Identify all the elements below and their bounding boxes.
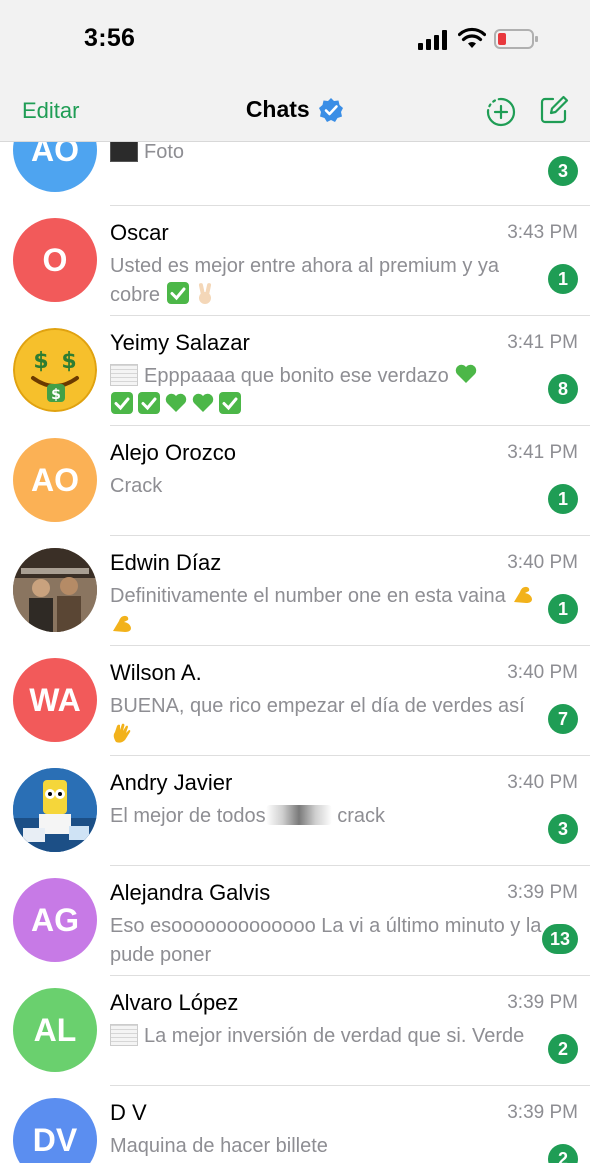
chat-row[interactable]: DV D V 3:39 PM Maquina de hacer billete … (0, 1086, 590, 1163)
cellular-signal-icon (418, 30, 447, 50)
flexed-biceps-emoji-icon (113, 615, 131, 632)
chat-time: 3:41 PM (507, 332, 578, 353)
unread-badge: 7 (548, 704, 578, 734)
status-time: 3:56 (84, 24, 136, 52)
chat-time: 3:39 PM (507, 992, 578, 1013)
chats-title: Chats (245, 96, 310, 122)
green-heart-emoji-icon (192, 393, 214, 412)
avatar: AO (13, 142, 97, 192)
chat-preview: El mejor de todos crack (110, 805, 385, 827)
chat-preview: La mejor inversión de verdad que si. Ver… (110, 1022, 542, 1051)
unread-badge: 3 (548, 156, 578, 186)
victory-hand-emoji-icon (198, 283, 211, 304)
unread-badge: 3 (548, 814, 578, 844)
avatar: AL (13, 988, 97, 1072)
chat-row[interactable]: AO Foto 3 (0, 142, 590, 206)
chat-preview: Foto (110, 142, 542, 167)
chat-name: Alejandra Galvis (110, 880, 271, 905)
chat-time: 3:39 PM (507, 882, 578, 903)
chat-name: Alvaro López (110, 990, 239, 1015)
svg-text:$: $ (33, 349, 48, 374)
chat-time: 3:40 PM (507, 552, 578, 573)
check-mark-emoji-icon (138, 392, 160, 414)
unread-badge: 1 (548, 264, 578, 294)
new-story-icon[interactable] (486, 97, 516, 127)
chat-name: D V (110, 1100, 147, 1125)
wifi-icon (458, 27, 486, 48)
avatar: O (13, 218, 97, 302)
battery-icon (494, 29, 538, 49)
chat-row[interactable]: AO Alejo Orozco 3:41 PM Crack 1 (0, 426, 590, 536)
chat-time: 3:41 PM (507, 442, 578, 463)
chat-list: AO Foto 3 O Oscar 3:43 PM Usted es mejor… (0, 142, 590, 1163)
chat-name: Wilson A. (110, 660, 202, 685)
verified-badge-icon (319, 97, 344, 122)
flexed-biceps-emoji-icon (514, 586, 533, 603)
chat-time: 3:39 PM (507, 1102, 578, 1123)
green-heart-emoji-icon (456, 364, 477, 383)
check-mark-emoji-icon (166, 282, 189, 304)
unread-badge: 2 (548, 1144, 578, 1163)
chat-preview: Maquina de hacer billete (110, 1135, 328, 1157)
avatar (13, 768, 97, 852)
avatar: $ $ $ (13, 328, 97, 412)
chat-row[interactable]: Andry Javier 3:40 PM El mejor de todos c… (0, 756, 590, 866)
chat-row[interactable]: Edwin Díaz 3:40 PM Definitivamente el nu… (0, 536, 590, 646)
cartoon-profile-photo-icon (13, 768, 97, 852)
money-mouth-face-icon: $ $ $ (13, 328, 97, 412)
chat-name: Andry Javier (110, 770, 233, 795)
check-mark-emoji-icon (111, 392, 133, 414)
check-mark-emoji-icon (219, 392, 241, 414)
chat-preview: Epppaaaa que bonito ese verdazo (110, 362, 542, 420)
green-heart-emoji-icon (165, 393, 187, 412)
unread-badge: 8 (548, 374, 578, 404)
navigation-bar: Editar Chats (0, 80, 590, 142)
svg-text:$: $ (61, 349, 76, 374)
unread-badge: 2 (548, 1034, 578, 1064)
unread-badge: 1 (548, 484, 578, 514)
avatar-initials: WA (29, 681, 81, 718)
chat-preview: BUENA, que rico empezar el día de verdes… (110, 692, 542, 750)
link-thumbnail-icon (110, 1024, 138, 1046)
svg-text:$: $ (51, 387, 61, 403)
chat-preview: Crack (110, 475, 163, 497)
chat-row[interactable]: AL Alvaro López 3:39 PM La mejor inversi… (0, 976, 590, 1086)
avatar-initials: O (42, 241, 68, 278)
avatar: WA (13, 658, 97, 742)
waving-hand-emoji-icon (113, 723, 131, 743)
profile-photo-icon (13, 548, 97, 632)
chat-preview: Usted es mejor entre ahora al premium y … (110, 255, 500, 306)
chat-name: Edwin Díaz (110, 550, 222, 575)
unread-badge: 1 (548, 594, 578, 624)
chat-preview: Definitivamente el number one en esta va… (110, 582, 542, 640)
chat-row[interactable]: $ $ $ Yeimy Salazar 3:41 PM Epppaaaa que… (0, 316, 590, 426)
avatar-initials: AO (31, 461, 79, 498)
chat-time: 3:43 PM (507, 222, 578, 243)
avatar: DV (13, 1098, 97, 1163)
chat-name: Oscar (110, 220, 169, 245)
chat-row[interactable]: WA Wilson A. 3:40 PM BUENA, que rico emp… (0, 646, 590, 756)
compose-icon[interactable] (539, 95, 569, 125)
chat-time: 3:40 PM (507, 662, 578, 683)
unread-badge: 13 (541, 924, 578, 954)
chat-row[interactable]: AG Alejandra Galvis 3:39 PM Eso esoooooo… (0, 866, 590, 976)
avatar-initials: AL (33, 1011, 77, 1048)
chat-row[interactable]: O Oscar 3:43 PM Usted es mejor entre aho… (0, 206, 590, 316)
redacted-content (265, 805, 332, 825)
status-bar: 3:56 (0, 0, 590, 80)
avatar-initials: DV (32, 1121, 78, 1158)
photo-thumbnail-icon (110, 142, 138, 162)
link-thumbnail-icon (110, 364, 138, 386)
avatar-initials: AG (31, 901, 79, 938)
chat-time: 3:40 PM (507, 772, 578, 793)
chat-name: Alejo Orozco (110, 440, 236, 465)
avatar-initials: AO (31, 142, 79, 168)
avatar: AO (13, 438, 97, 522)
avatar: AG (13, 878, 97, 962)
avatar (13, 548, 97, 632)
chat-name: Yeimy Salazar (110, 330, 250, 355)
chat-preview: Eso esooooooooooooo La vi a último minut… (110, 915, 542, 966)
